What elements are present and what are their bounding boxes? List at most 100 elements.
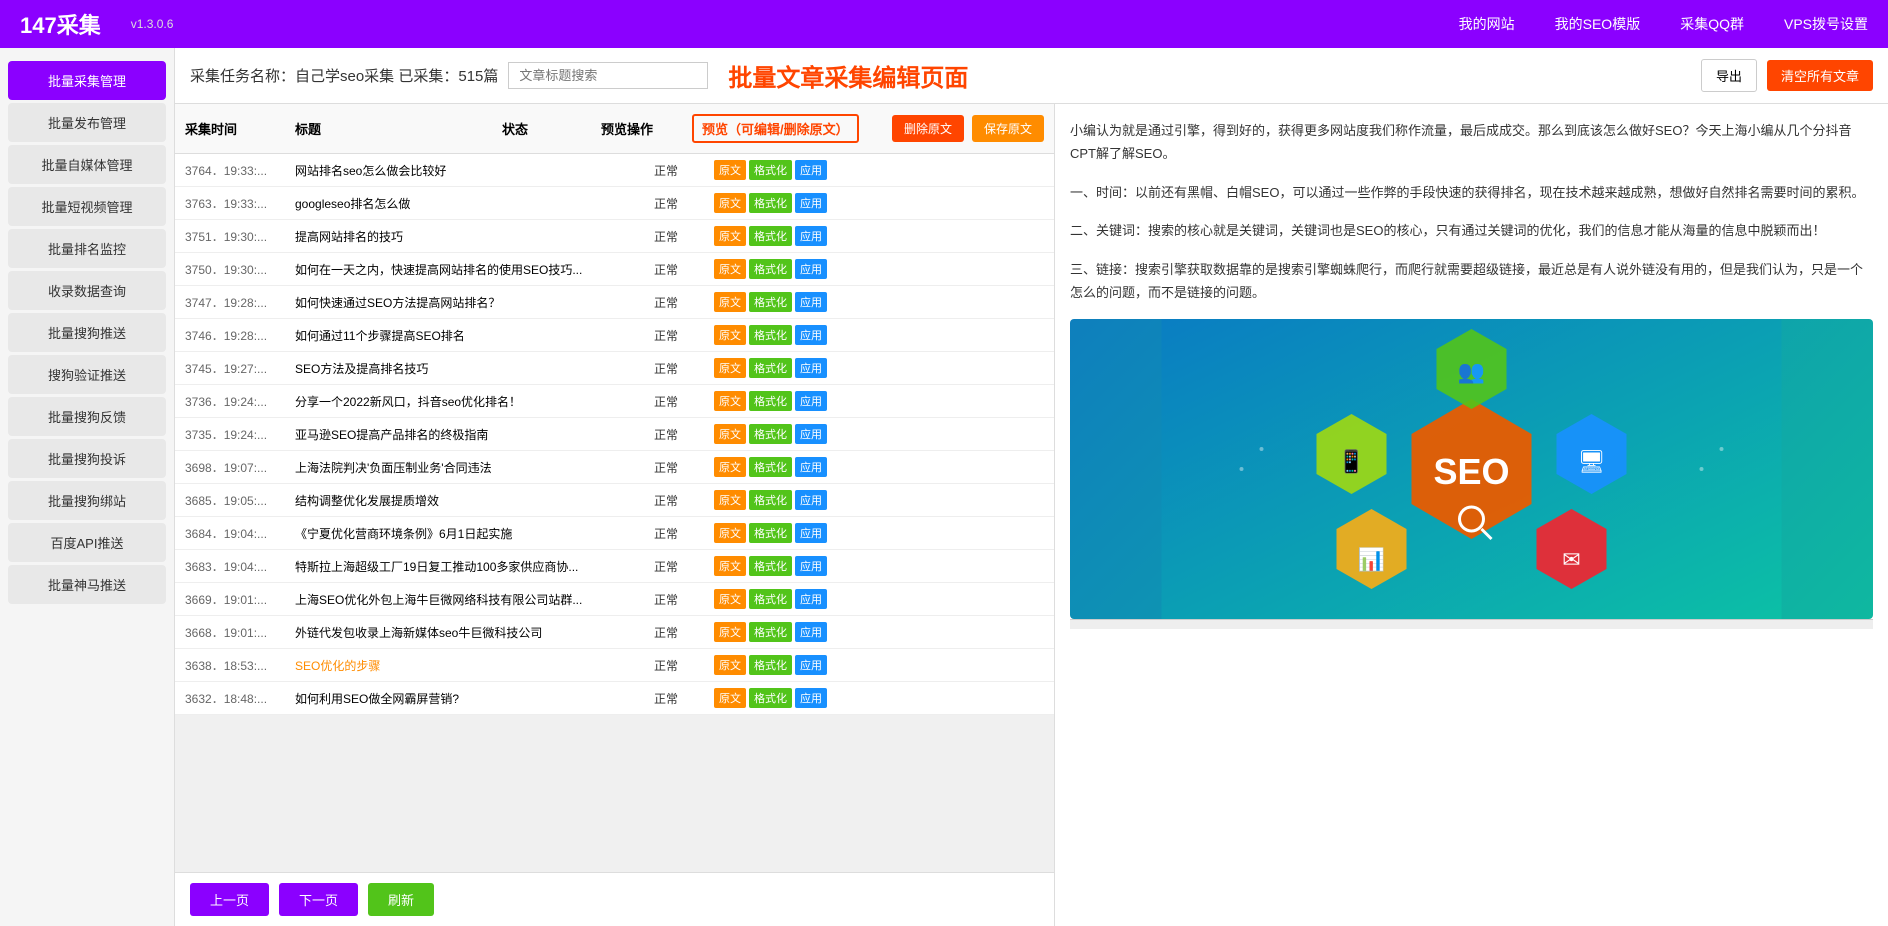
apply-btn[interactable]: 应用 (795, 226, 827, 246)
export-button[interactable]: 导出 (1701, 59, 1757, 92)
table-row: 3632．18:48:... 如何利用SEO做全网霸屏营销? 正常 原文 格式化… (175, 682, 1054, 715)
format-btn[interactable]: 格式化 (749, 193, 792, 213)
nav-vps-settings[interactable]: VPS拨号设置 (1784, 14, 1868, 34)
apply-btn[interactable]: 应用 (795, 655, 827, 675)
apply-btn[interactable]: 应用 (795, 556, 827, 576)
apply-btn[interactable]: 应用 (795, 391, 827, 411)
orig-btn[interactable]: 原文 (714, 259, 746, 279)
apply-btn[interactable]: 应用 (795, 292, 827, 312)
row-status: 正常 (654, 426, 714, 443)
preview-paragraph: 一、时间：以前还有黑帽、白帽SEO，可以通过一些作弊的手段快速的获得排名，现在技… (1070, 181, 1873, 204)
orig-btn[interactable]: 原文 (714, 523, 746, 543)
apply-btn[interactable]: 应用 (795, 622, 827, 642)
orig-btn[interactable]: 原文 (714, 622, 746, 642)
orig-btn[interactable]: 原文 (714, 226, 746, 246)
sidebar-item-publish[interactable]: 批量发布管理 (8, 103, 166, 142)
sidebar-item-collect[interactable]: 批量采集管理 (8, 61, 166, 100)
nav-links: 我的网站 我的SEO模版 采集QQ群 VPS拨号设置 (1459, 14, 1868, 34)
row-time: 3764．19:33:... (185, 162, 295, 179)
orig-btn[interactable]: 原文 (714, 325, 746, 345)
search-input[interactable] (508, 62, 708, 89)
orig-btn[interactable]: 原文 (714, 655, 746, 675)
format-btn[interactable]: 格式化 (749, 391, 792, 411)
orig-btn[interactable]: 原文 (714, 160, 746, 180)
row-title: 结构调整优化发展提质增效 (295, 492, 654, 509)
table-row: 3684．19:04:... 《宁夏优化营商环境条例》6月1日起实施 正常 原文… (175, 517, 1054, 550)
apply-btn[interactable]: 应用 (795, 358, 827, 378)
top-navigation: 147采集 v1.3.0.6 我的网站 我的SEO模版 采集QQ群 VPS拨号设… (0, 0, 1888, 48)
sidebar-item-baidu-api[interactable]: 百度API推送 (8, 523, 166, 562)
format-btn[interactable]: 格式化 (749, 259, 792, 279)
format-btn[interactable]: 格式化 (749, 325, 792, 345)
format-btn[interactable]: 格式化 (749, 589, 792, 609)
orig-btn[interactable]: 原文 (714, 424, 746, 444)
orig-btn[interactable]: 原文 (714, 391, 746, 411)
format-btn[interactable]: 格式化 (749, 490, 792, 510)
table-row: 3736．19:24:... 分享一个2022新风口，抖音seo优化排名！ 正常… (175, 385, 1054, 418)
sidebar-item-sogou-feedback[interactable]: 批量搜狗反馈 (8, 397, 166, 436)
clear-all-button[interactable]: 清空所有文章 (1767, 60, 1873, 91)
apply-btn[interactable]: 应用 (795, 688, 827, 708)
format-btn[interactable]: 格式化 (749, 622, 792, 642)
scrollbar-bottom[interactable] (1070, 619, 1873, 629)
apply-btn[interactable]: 应用 (795, 424, 827, 444)
row-ops: 原文 格式化 应用 (714, 226, 844, 246)
apply-btn[interactable]: 应用 (795, 193, 827, 213)
sidebar: 批量采集管理 批量发布管理 批量自媒体管理 批量短视频管理 批量排名监控 收录数… (0, 48, 175, 926)
apply-btn[interactable]: 应用 (795, 160, 827, 180)
row-ops: 原文 格式化 应用 (714, 523, 844, 543)
orig-btn[interactable]: 原文 (714, 490, 746, 510)
apply-btn[interactable]: 应用 (795, 457, 827, 477)
sidebar-item-shenma-push[interactable]: 批量神马推送 (8, 565, 166, 604)
page-title: 批量文章采集编辑页面 (728, 58, 1691, 93)
apply-btn[interactable]: 应用 (795, 523, 827, 543)
row-title: SEO方法及提高排名技巧 (295, 360, 654, 377)
table-row: 3669．19:01:... 上海SEO优化外包上海牛巨微网络科技有限公司站群.… (175, 583, 1054, 616)
apply-btn[interactable]: 应用 (795, 325, 827, 345)
format-btn[interactable]: 格式化 (749, 226, 792, 246)
sidebar-item-sogou-verify[interactable]: 搜狗验证推送 (8, 355, 166, 394)
apply-btn[interactable]: 应用 (795, 490, 827, 510)
save-orig-button[interactable]: 保存原文 (972, 115, 1044, 142)
row-title: 《宁夏优化营商环境条例》6月1日起实施 (295, 525, 654, 542)
orig-btn[interactable]: 原文 (714, 589, 746, 609)
format-btn[interactable]: 格式化 (749, 523, 792, 543)
orig-btn[interactable]: 原文 (714, 358, 746, 378)
content-body: 采集时间 标题 状态 预览操作 预览（可编辑/删除原文） 删除原文 保存原文 3… (175, 104, 1888, 926)
row-status: 正常 (654, 624, 714, 641)
refresh-button[interactable]: 刷新 (368, 883, 434, 916)
apply-btn[interactable]: 应用 (795, 589, 827, 609)
format-btn[interactable]: 格式化 (749, 358, 792, 378)
format-btn[interactable]: 格式化 (749, 457, 792, 477)
sidebar-item-video[interactable]: 批量短视频管理 (8, 187, 166, 226)
orig-btn[interactable]: 原文 (714, 292, 746, 312)
format-btn[interactable]: 格式化 (749, 160, 792, 180)
nav-seo-template[interactable]: 我的SEO模版 (1555, 14, 1641, 34)
sidebar-item-sogou-complaint[interactable]: 批量搜狗投诉 (8, 439, 166, 478)
format-btn[interactable]: 格式化 (749, 688, 792, 708)
prev-page-button[interactable]: 上一页 (190, 883, 269, 916)
orig-btn[interactable]: 原文 (714, 688, 746, 708)
sidebar-item-sogou-push[interactable]: 批量搜狗推送 (8, 313, 166, 352)
sidebar-item-record[interactable]: 收录数据查询 (8, 271, 166, 310)
delete-orig-button[interactable]: 删除原文 (892, 115, 964, 142)
sidebar-item-rank[interactable]: 批量排名监控 (8, 229, 166, 268)
format-btn[interactable]: 格式化 (749, 292, 792, 312)
task-info: 采集任务名称：自己学seo采集 已采集：515篇 (190, 65, 498, 86)
orig-btn[interactable]: 原文 (714, 457, 746, 477)
sidebar-item-media[interactable]: 批量自媒体管理 (8, 145, 166, 184)
next-page-button[interactable]: 下一页 (279, 883, 358, 916)
format-btn[interactable]: 格式化 (749, 655, 792, 675)
apply-btn[interactable]: 应用 (795, 259, 827, 279)
sidebar-item-sogou-bind[interactable]: 批量搜狗绑站 (8, 481, 166, 520)
nav-mysite[interactable]: 我的网站 (1459, 14, 1515, 34)
format-btn[interactable]: 格式化 (749, 556, 792, 576)
row-title: 网站排名seo怎么做会比较好 (295, 162, 654, 179)
nav-qq-group[interactable]: 采集QQ群 (1680, 14, 1744, 34)
row-time: 3763．19:33:... (185, 195, 295, 212)
orig-btn[interactable]: 原文 (714, 556, 746, 576)
app-logo: 147采集 (20, 8, 101, 40)
orig-btn[interactable]: 原文 (714, 193, 746, 213)
format-btn[interactable]: 格式化 (749, 424, 792, 444)
svg-text:📱: 📱 (1338, 449, 1365, 474)
